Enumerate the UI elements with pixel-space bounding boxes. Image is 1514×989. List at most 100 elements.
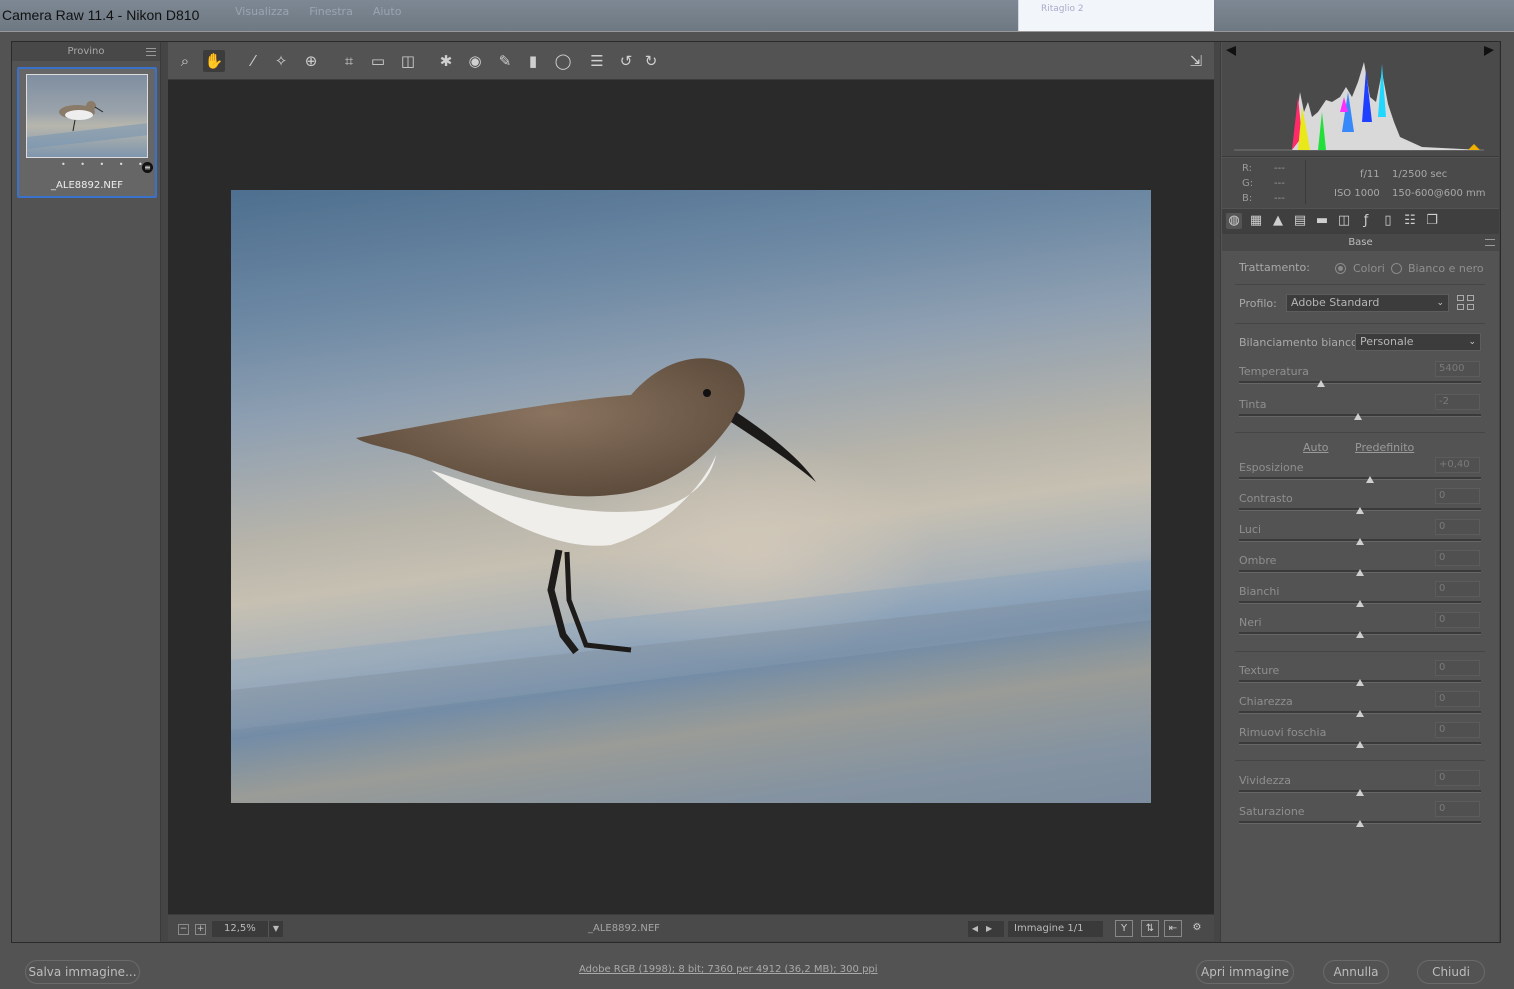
aperture: f/11 bbox=[1360, 169, 1380, 180]
shadow-clipping-icon bbox=[1226, 46, 1236, 56]
profile-browser-icon[interactable] bbox=[1457, 295, 1477, 311]
zoom-in-button[interactable]: + bbox=[195, 924, 206, 935]
slider-track[interactable] bbox=[1239, 381, 1481, 384]
slider-thumb[interactable] bbox=[1353, 413, 1362, 420]
tab-hsl-icon[interactable]: ▤ bbox=[1292, 213, 1308, 229]
close-button[interactable]: Chiudi bbox=[1417, 960, 1485, 984]
filmstrip-menu-icon[interactable] bbox=[146, 48, 156, 56]
slider-thumb[interactable] bbox=[1356, 569, 1364, 576]
white-balance-select[interactable]: Personale ⌄ bbox=[1355, 333, 1481, 351]
tab-presets-icon[interactable]: ☷ bbox=[1402, 213, 1418, 229]
preview-image[interactable] bbox=[231, 190, 1151, 803]
default-link[interactable]: Predefinito bbox=[1355, 441, 1414, 454]
tab-split-toning-icon[interactable]: ▬ bbox=[1314, 213, 1330, 229]
highlight-clipping-icon bbox=[1484, 46, 1494, 56]
slider-label: Chiarezza bbox=[1239, 695, 1293, 708]
slider-value-field[interactable]: 0 bbox=[1435, 519, 1480, 535]
tab-basic-icon[interactable]: ◍ bbox=[1226, 213, 1242, 229]
treatment-bw-radio[interactable] bbox=[1391, 263, 1402, 274]
workflow-options-link[interactable]: Adobe RGB (1998); 8 bit; 7360 per 4912 (… bbox=[579, 964, 878, 975]
slider-thumb[interactable] bbox=[1356, 789, 1364, 796]
slider-value-field[interactable]: 0 bbox=[1435, 660, 1480, 676]
rotate-right-icon[interactable]: ↻ bbox=[640, 50, 662, 72]
straighten-tool-icon[interactable]: ▭ bbox=[367, 50, 389, 72]
hand-tool-icon[interactable]: ✋ bbox=[203, 50, 225, 72]
slider-value-field[interactable]: 0 bbox=[1435, 801, 1480, 817]
lens: 150-600@600 mm bbox=[1392, 188, 1486, 199]
slider-value-field[interactable]: +0,40 bbox=[1435, 457, 1480, 473]
zoom-out-button[interactable]: − bbox=[178, 924, 189, 935]
image-nav-arrows[interactable]: ◀▶ bbox=[968, 921, 1004, 937]
spot-removal-tool-icon[interactable]: ✱ bbox=[435, 50, 457, 72]
slider-value-field[interactable]: 0 bbox=[1435, 581, 1480, 597]
zoom-level-field[interactable]: 12,5% bbox=[212, 921, 268, 937]
slider-value-field[interactable]: 0 bbox=[1435, 612, 1480, 628]
slider-value-field[interactable]: 0 bbox=[1435, 722, 1480, 738]
tab-calibration-icon[interactable]: ▯ bbox=[1380, 213, 1396, 229]
adjustments-panel: R: --- G: --- B: --- f/11 1/2500 sec ISO 100… bbox=[1220, 42, 1499, 942]
profile-select[interactable]: Adobe Standard ⌄ bbox=[1286, 294, 1449, 312]
thumbnail-bird-icon bbox=[27, 101, 147, 149]
adjustment-brush-icon[interactable]: ✎ bbox=[494, 50, 516, 72]
tab-lens-corrections-icon[interactable]: ◫ bbox=[1336, 213, 1352, 229]
tab-snapshots-icon[interactable]: ❐ bbox=[1424, 213, 1440, 229]
slider-thumb[interactable] bbox=[1356, 538, 1364, 545]
slider-value-field[interactable]: 0 bbox=[1435, 488, 1480, 504]
shutter-speed: 1/2500 sec bbox=[1392, 169, 1448, 180]
transform-tool-icon[interactable]: ◫ bbox=[397, 50, 419, 72]
crop-tool-icon[interactable]: ⌗ bbox=[338, 50, 360, 72]
slider-thumb[interactable] bbox=[1356, 679, 1364, 686]
slider-value-field[interactable]: 0 bbox=[1435, 550, 1480, 566]
slider-value-field[interactable]: 0 bbox=[1435, 770, 1480, 786]
cancel-button[interactable]: Annulla bbox=[1323, 960, 1389, 984]
before-after-toggle-icon[interactable]: Y bbox=[1115, 920, 1133, 937]
slider-track[interactable] bbox=[1239, 477, 1481, 480]
slider-label: Texture bbox=[1239, 664, 1280, 677]
slider-value-field[interactable]: 0 bbox=[1435, 691, 1480, 707]
treatment-bw-label[interactable]: Bianco e nero bbox=[1408, 262, 1484, 275]
open-image-button[interactable]: Apri immagine bbox=[1196, 960, 1294, 984]
rating-dots[interactable]: • • • • • bbox=[61, 160, 149, 169]
filmstrip-thumbnail[interactable]: • • • • • ≡ _ALE8892.NEF bbox=[17, 67, 157, 198]
color-sampler-tool-icon[interactable]: ✧ bbox=[270, 50, 292, 72]
slider-thumb[interactable] bbox=[1356, 741, 1364, 748]
slider-label: Contrasto bbox=[1239, 492, 1293, 505]
slider-thumb[interactable] bbox=[1356, 820, 1364, 827]
save-image-button[interactable]: Salva immagine... bbox=[25, 960, 140, 984]
slider-thumb[interactable] bbox=[1317, 380, 1326, 387]
slider-value-field[interactable]: 5400 bbox=[1435, 361, 1480, 377]
slider-thumb[interactable] bbox=[1356, 710, 1364, 717]
slider-label: Temperatura bbox=[1239, 365, 1309, 378]
zoom-tool-icon[interactable]: ⌕ bbox=[174, 50, 196, 72]
tab-detail-icon[interactable]: ▲ bbox=[1270, 213, 1286, 229]
slider-thumb[interactable] bbox=[1356, 631, 1364, 638]
preview-settings-icon[interactable]: ⚙ bbox=[1188, 920, 1206, 937]
slider-label: Luci bbox=[1239, 523, 1262, 536]
radial-filter-icon[interactable]: ◯ bbox=[552, 50, 574, 72]
menu-item: Aiuto bbox=[372, 5, 402, 18]
tab-effects-icon[interactable]: ƒ bbox=[1358, 213, 1374, 229]
histogram-graph bbox=[1226, 46, 1494, 151]
treatment-color-label[interactable]: Colori bbox=[1353, 262, 1385, 275]
background-window: Ritaglio 2 bbox=[1018, 0, 1214, 32]
auto-link[interactable]: Auto bbox=[1303, 441, 1329, 454]
graduated-filter-icon[interactable]: ▮ bbox=[522, 50, 544, 72]
copy-settings-icon[interactable]: ⇤ bbox=[1164, 920, 1182, 937]
section-menu-icon[interactable] bbox=[1485, 239, 1495, 246]
presets-list-icon[interactable]: ☰ bbox=[586, 50, 608, 72]
zoom-dropdown-icon[interactable]: ▼ bbox=[268, 921, 283, 937]
slider-value-field[interactable]: -2 bbox=[1435, 394, 1480, 410]
slider-thumb[interactable] bbox=[1356, 507, 1364, 514]
slider-label: Vividezza bbox=[1239, 774, 1291, 787]
treatment-color-radio[interactable] bbox=[1335, 263, 1346, 274]
exif-readout: f/11 1/2500 sec ISO 1000 150-600@600 mm bbox=[1334, 165, 1486, 203]
slider-thumb[interactable] bbox=[1356, 600, 1364, 607]
swap-settings-icon[interactable]: ⇅ bbox=[1141, 920, 1159, 937]
rotate-left-icon[interactable]: ↺ bbox=[615, 50, 637, 72]
slider-thumb[interactable] bbox=[1365, 476, 1374, 483]
red-eye-tool-icon[interactable]: ◉ bbox=[464, 50, 486, 72]
tab-tone-curve-icon[interactable]: ▦ bbox=[1248, 213, 1264, 229]
white-balance-tool-icon[interactable]: ⁄ bbox=[242, 50, 264, 72]
fullscreen-toggle-icon[interactable]: ⇲ bbox=[1185, 50, 1207, 72]
targeted-adjustment-tool-icon[interactable]: ⊕ bbox=[300, 50, 322, 72]
